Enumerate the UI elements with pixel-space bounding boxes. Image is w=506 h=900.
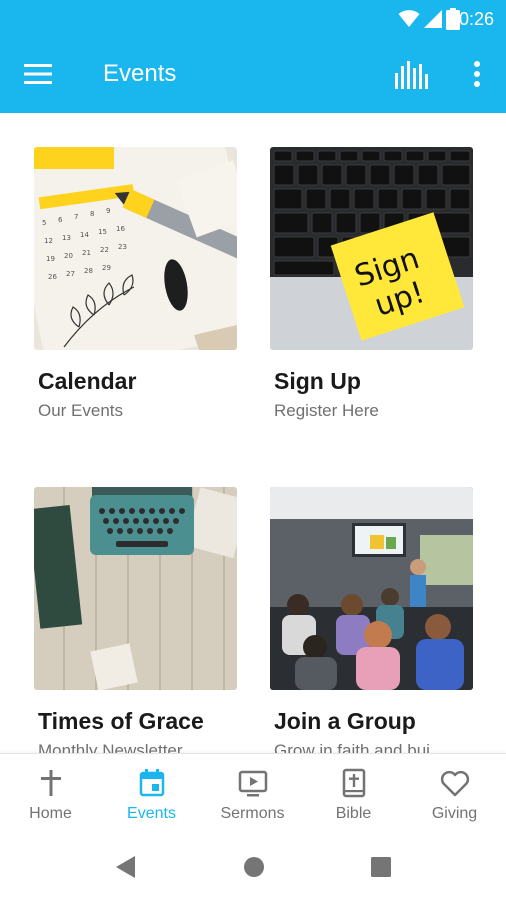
screen: 10:26 Events 5 6 7 8 9 12 13 14 15 16 19… <box>0 0 506 900</box>
home-circle-icon[interactable] <box>243 855 265 879</box>
keyboard-image: Sign up! <box>270 147 473 350</box>
svg-text:26: 26 <box>48 273 57 281</box>
more-vert-icon[interactable] <box>472 60 482 88</box>
status-time: 10:26 <box>448 9 494 29</box>
nav-label: Giving <box>431 805 478 822</box>
nav-label: Home <box>29 805 72 822</box>
nav-label: Bible <box>335 805 372 822</box>
group-meeting-image <box>270 487 473 690</box>
bottom-nav: Home Events Sermons Bible Giving <box>0 753 506 835</box>
card-calendar[interactable]: 5 6 7 8 9 12 13 14 15 16 19 20 21 22 23 26 27 28 29 <box>34 147 237 421</box>
svg-text:15: 15 <box>98 228 107 236</box>
page-title: Events <box>103 60 177 87</box>
nav-label: Sermons <box>220 805 285 822</box>
calendar-icon <box>139 769 164 797</box>
svg-text:13: 13 <box>62 234 71 242</box>
card-subtitle: Register Here <box>274 401 379 420</box>
bible-icon <box>342 768 365 798</box>
svg-text:29: 29 <box>102 264 111 272</box>
svg-text:8: 8 <box>90 210 94 218</box>
nav-label: Events <box>127 805 176 822</box>
svg-text:27: 27 <box>66 270 75 278</box>
nav-sermons[interactable]: Sermons <box>202 754 303 836</box>
events-grid: 5 6 7 8 9 12 13 14 15 16 19 20 21 22 23 26 27 28 29 <box>0 113 506 753</box>
svg-text:12: 12 <box>44 237 53 245</box>
wifi-icon <box>398 10 420 27</box>
svg-text:9: 9 <box>106 207 110 215</box>
signal-icon <box>424 10 442 28</box>
svg-text:16: 16 <box>116 225 125 233</box>
card-title: Sign Up <box>274 368 361 394</box>
svg-text:23: 23 <box>118 243 127 251</box>
nav-giving[interactable]: Giving <box>404 754 505 836</box>
tv-play-icon <box>238 770 267 797</box>
card-subtitle: Monthly Newsletter <box>38 741 183 753</box>
recents-square-icon[interactable] <box>370 855 392 879</box>
card-times-of-grace[interactable]: Times of Grace Monthly Newsletter <box>34 487 237 753</box>
app-bar: Events <box>0 36 506 113</box>
system-nav-bar <box>0 835 506 900</box>
nav-home[interactable]: Home <box>0 754 101 836</box>
svg-text:28: 28 <box>84 267 93 275</box>
menu-icon[interactable] <box>24 63 52 85</box>
card-subtitle: Our Events <box>38 401 124 420</box>
status-bar: 10:26 <box>0 0 506 36</box>
card-subtitle: Grow in faith and bui... <box>274 741 445 753</box>
card-join-a-group[interactable]: Join a Group Grow in faith and bui... <box>270 487 473 753</box>
stats-bars-icon[interactable] <box>394 61 428 89</box>
svg-text:7: 7 <box>74 213 78 221</box>
svg-text:21: 21 <box>82 249 91 257</box>
back-icon[interactable] <box>115 855 137 879</box>
card-title: Times of Grace <box>38 708 204 734</box>
heart-icon <box>440 770 469 797</box>
card-title: Join a Group <box>274 708 416 734</box>
svg-text:6: 6 <box>58 216 63 224</box>
top-bar: 10:26 Events <box>0 0 506 113</box>
svg-text:14: 14 <box>80 231 89 239</box>
svg-text:20: 20 <box>64 252 73 260</box>
svg-text:5: 5 <box>42 219 46 227</box>
calendar-image: 5 6 7 8 9 12 13 14 15 16 19 20 21 22 23 26 27 28 29 <box>34 147 237 350</box>
card-sign-up[interactable]: Sign up! Sign Up Register Here <box>270 147 473 421</box>
nav-bible[interactable]: Bible <box>303 754 404 836</box>
typewriter-image <box>34 487 237 690</box>
svg-text:22: 22 <box>100 246 109 254</box>
nav-events[interactable]: Events <box>101 754 202 836</box>
svg-text:19: 19 <box>46 255 55 263</box>
card-title: Calendar <box>38 368 137 394</box>
cross-icon <box>40 770 61 796</box>
